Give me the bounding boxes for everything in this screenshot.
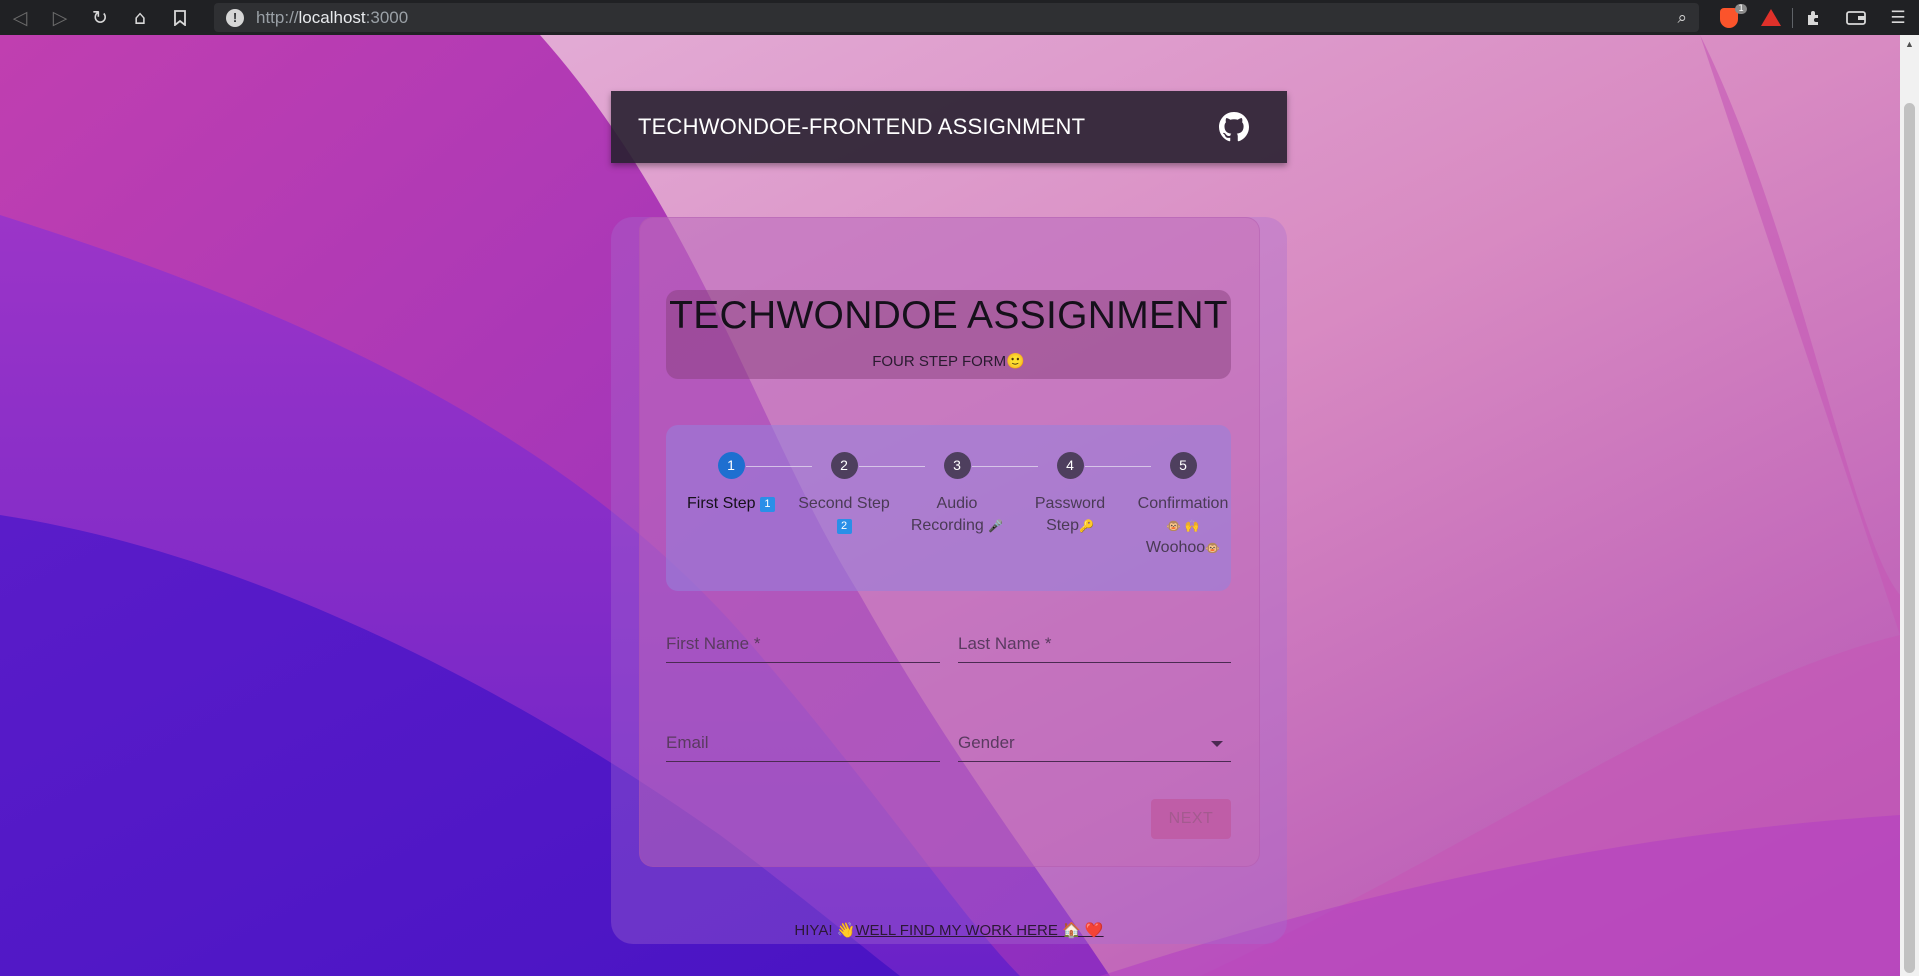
step-password[interactable]: 4 Password Step🔑 bbox=[1017, 452, 1123, 537]
wave-icon: 👋 bbox=[836, 922, 856, 939]
browser-toolbar: ◁ ▷ ↻ ⌂ ! http://localhost:3000 ⌕ 1 ☰ bbox=[0, 0, 1919, 35]
address-bar[interactable]: ! http://localhost:3000 ⌕ bbox=[214, 3, 1699, 32]
step-confirmation[interactable]: 5 Confirmation 🐵 🙌 Woohoo🐵 bbox=[1130, 452, 1236, 559]
step-audio[interactable]: 3 Audio Recording 🎤 bbox=[904, 452, 1010, 537]
step-number: 1 bbox=[717, 452, 745, 479]
wallet-icon[interactable] bbox=[1835, 10, 1877, 26]
step-label: Audio Recording 🎤 bbox=[910, 495, 1004, 534]
first-name-input[interactable] bbox=[666, 634, 940, 654]
menu-icon[interactable]: ☰ bbox=[1877, 8, 1919, 28]
back-icon[interactable]: ◁ bbox=[0, 0, 40, 35]
scrollbar-thumb[interactable] bbox=[1904, 103, 1915, 973]
footer: HIYA! 👋WELL FIND MY WORK HERE 🏠 ❤️ bbox=[611, 921, 1287, 939]
brave-rewards-icon[interactable] bbox=[1750, 9, 1792, 26]
step-label: Confirmation 🐵 🙌 Woohoo🐵 bbox=[1137, 495, 1229, 556]
last-name-field[interactable] bbox=[958, 619, 1231, 663]
site-info-icon[interactable]: ! bbox=[226, 8, 244, 27]
footer-greeting: HIYA! bbox=[794, 922, 837, 939]
gender-select[interactable] bbox=[958, 718, 1231, 762]
step-label: Password Step🔑 bbox=[1034, 495, 1106, 534]
page-scrollbar[interactable]: ▲ bbox=[1900, 35, 1919, 976]
step-label: Second Step 2 bbox=[798, 495, 890, 534]
form-title: TECHWONDOE ASSIGNMENT bbox=[669, 294, 1228, 337]
last-name-input[interactable] bbox=[958, 634, 1231, 654]
step-label: First Step 1 bbox=[678, 493, 784, 515]
app-title: TECHWONDOE-FRONTEND ASSIGNMENT bbox=[638, 114, 1086, 139]
next-button[interactable]: NEXT bbox=[1151, 799, 1231, 839]
stepper: 1 First Step 1 2 Second Step 2 3 Audio R… bbox=[666, 425, 1231, 591]
form-subtitle: FOUR STEP FORM🙂 bbox=[872, 353, 1025, 370]
brave-shields-icon[interactable]: 1 bbox=[1708, 3, 1750, 28]
chevron-down-icon[interactable] bbox=[1211, 741, 1223, 747]
zoom-icon[interactable]: ⌕ bbox=[1677, 8, 1687, 28]
bookmark-icon[interactable] bbox=[160, 0, 200, 35]
home-icon[interactable]: ⌂ bbox=[120, 0, 160, 35]
form-heading-box: TECHWONDOE ASSIGNMENT FOUR STEP FORM🙂 bbox=[666, 290, 1231, 379]
first-name-field[interactable] bbox=[666, 619, 940, 663]
scroll-up-icon[interactable]: ▲ bbox=[1900, 39, 1919, 49]
step-number: 4 bbox=[1056, 452, 1084, 479]
step-first[interactable]: 1 First Step 1 bbox=[678, 452, 784, 515]
extensions-icon[interactable] bbox=[1793, 9, 1835, 27]
reload-icon[interactable]: ↻ bbox=[80, 0, 120, 35]
app-header: TECHWONDOE-FRONTEND ASSIGNMENT bbox=[611, 91, 1287, 163]
step-second[interactable]: 2 Second Step 2 bbox=[791, 452, 897, 537]
step-number: 5 bbox=[1169, 452, 1197, 479]
gender-input[interactable] bbox=[958, 733, 1231, 753]
step-number: 2 bbox=[830, 452, 858, 479]
forward-icon[interactable]: ▷ bbox=[40, 0, 80, 35]
step-number: 3 bbox=[943, 452, 971, 479]
github-icon[interactable] bbox=[1219, 112, 1249, 142]
url-text: http://localhost:3000 bbox=[256, 7, 409, 27]
portfolio-link[interactable]: WELL FIND MY WORK HERE 🏠 ❤️ bbox=[855, 922, 1103, 939]
email-field[interactable] bbox=[666, 718, 940, 762]
email-input[interactable] bbox=[666, 733, 940, 753]
